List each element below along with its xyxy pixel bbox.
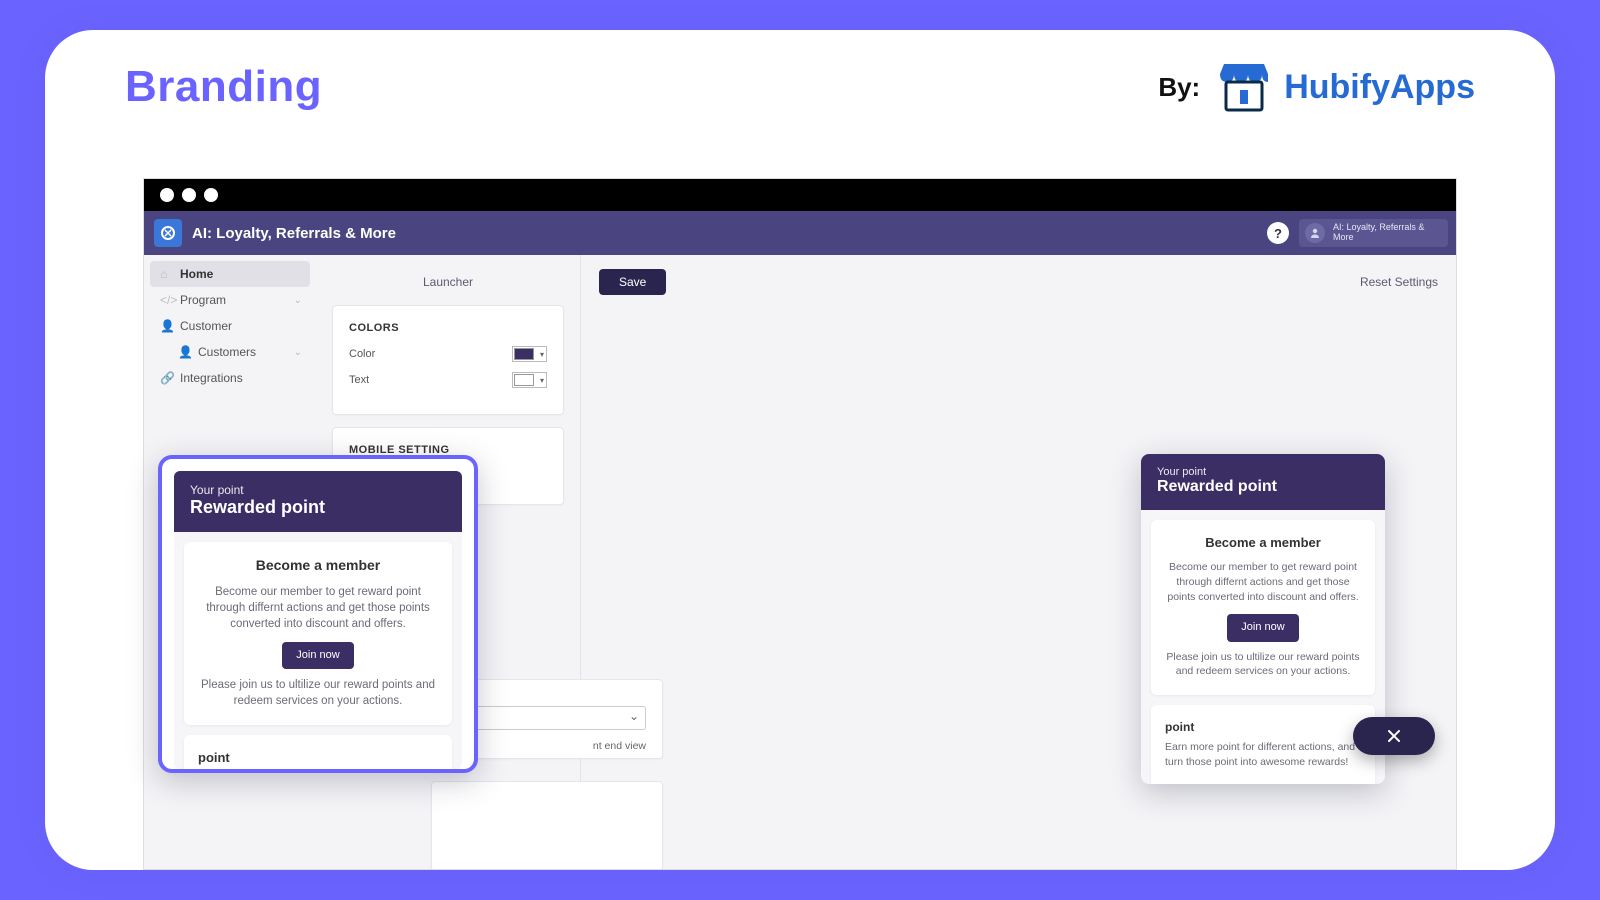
- close-icon: [1386, 728, 1402, 744]
- member-card: Become a member Become our member to get…: [1151, 520, 1375, 695]
- preview-subtitle: Your point: [1157, 466, 1369, 478]
- join-note: Please join us to ultilize our reward po…: [198, 677, 438, 709]
- join-now-button[interactable]: Join now: [1227, 614, 1298, 641]
- brand-name: HubifyApps: [1284, 68, 1475, 107]
- sidebar-item-customer[interactable]: 👤 Customer: [150, 313, 310, 339]
- avatar-icon: [1305, 223, 1325, 243]
- app-title: AI: Loyalty, Referrals & More: [192, 225, 396, 242]
- setting-panel-fragment: [431, 781, 663, 870]
- sidebar-item-label: Customer: [180, 319, 232, 333]
- profile-text: AI: Loyalty, Referrals & More: [1333, 223, 1438, 243]
- color-swatch: [514, 348, 534, 360]
- link-icon: 🔗: [160, 371, 172, 385]
- row-label: Text: [349, 374, 369, 386]
- color-picker[interactable]: ▾: [512, 372, 547, 388]
- app-logo-icon: [154, 219, 182, 247]
- sidebar-item-label: Customers: [198, 345, 256, 359]
- launcher-tab[interactable]: Launcher: [423, 271, 473, 305]
- byline: By: HubifyApps: [1158, 60, 1475, 114]
- color-row: Color ▾: [349, 346, 547, 362]
- join-note: Please join us to ultilize our reward po…: [1165, 650, 1361, 679]
- preview-title: Rewarded point: [1157, 478, 1369, 496]
- join-now-button[interactable]: Join now: [282, 642, 353, 669]
- slide-header: Branding By: HubifyApps: [45, 30, 1555, 132]
- user-icon: 👤: [160, 319, 172, 333]
- preview-widget-highlighted: Your point Rewarded point Become a membe…: [158, 455, 478, 773]
- chevron-down-icon: ▾: [540, 376, 544, 385]
- point-card: point Earn more point for different acti…: [1151, 705, 1375, 784]
- window-titlebar: [144, 179, 1456, 211]
- preview-subtitle: Your point: [190, 483, 446, 497]
- top-actions: Save Reset Settings: [599, 269, 1438, 295]
- window-dot: [204, 188, 218, 202]
- chevron-down-icon: ⌄: [294, 347, 302, 358]
- sidebar-item-program[interactable]: </> Program ⌄: [150, 287, 310, 313]
- row-label: Color: [349, 348, 375, 360]
- preview-title: Rewarded point: [190, 497, 446, 518]
- card-title: point: [198, 749, 438, 767]
- close-fab[interactable]: [1353, 717, 1435, 755]
- sidebar-item-customers[interactable]: 👤 Customers ⌄: [150, 339, 310, 365]
- sidebar-item-label: Home: [180, 267, 213, 281]
- card-title: Become a member: [198, 556, 438, 576]
- panel-title: COLORS: [349, 322, 547, 334]
- hubify-logo: HubifyApps: [1214, 60, 1475, 114]
- window-dot: [160, 188, 174, 202]
- save-button[interactable]: Save: [599, 269, 666, 295]
- point-card: point Earn more point for different acti…: [184, 735, 452, 769]
- window-dot: [182, 188, 196, 202]
- card-text: Earn more point for different actions, a…: [1165, 740, 1361, 769]
- storefront-icon: [1214, 60, 1274, 114]
- slide-title: Branding: [125, 62, 322, 112]
- by-label: By:: [1158, 72, 1200, 103]
- reset-settings-link[interactable]: Reset Settings: [1360, 275, 1438, 289]
- card-title: point: [1165, 719, 1361, 736]
- sidebar-item-integrations[interactable]: 🔗 Integrations: [150, 365, 310, 391]
- sidebar-item-label: Program: [180, 293, 226, 307]
- colors-panel: COLORS Color ▾ Text ▾: [332, 305, 564, 415]
- color-swatch: [514, 374, 534, 386]
- app-header: AI: Loyalty, Referrals & More ? AI: Loya…: [144, 211, 1456, 255]
- ways-to-earn-row[interactable]: Ways to earn ›: [1165, 779, 1361, 784]
- color-picker[interactable]: ▾: [512, 346, 547, 362]
- profile-pill[interactable]: AI: Loyalty, Referrals & More: [1299, 219, 1448, 247]
- chevron-down-icon: ⌄: [294, 295, 302, 306]
- sidebar-item-home[interactable]: ⌂ Home: [150, 261, 310, 287]
- code-icon: </>: [160, 293, 172, 307]
- user-icon: 👤: [178, 345, 190, 359]
- member-card: Become a member Become our member to get…: [184, 542, 452, 725]
- slide-card: Branding By: HubifyApps: [45, 30, 1555, 870]
- sidebar-item-label: Integrations: [180, 371, 243, 385]
- chevron-down-icon: ▾: [540, 350, 544, 359]
- card-text: Become our member to get reward point th…: [1165, 560, 1361, 604]
- preview-header: Your point Rewarded point: [174, 471, 462, 532]
- home-icon: ⌂: [160, 267, 172, 281]
- preview-widget: Your point Rewarded point Become a membe…: [1141, 454, 1385, 784]
- card-text: Become our member to get reward point th…: [198, 584, 438, 632]
- preview-header: Your point Rewarded point: [1141, 454, 1385, 510]
- help-button[interactable]: ?: [1267, 222, 1289, 244]
- text-color-row: Text ▾: [349, 372, 547, 388]
- card-title: Become a member: [1165, 534, 1361, 552]
